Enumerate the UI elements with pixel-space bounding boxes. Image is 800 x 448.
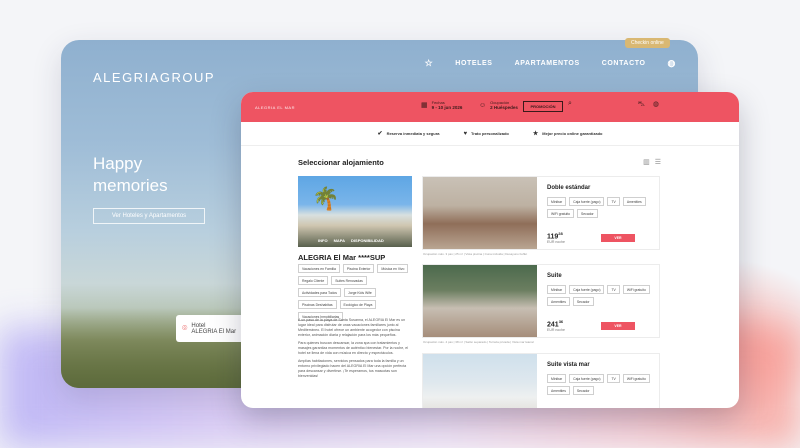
- booking-header: ALEGRIA EL MAR ▦ Fechas 9 - 10 jun 2026 …: [241, 92, 739, 122]
- feature-chip: Caja fuerte (pago): [569, 285, 605, 294]
- desc-paragraph: Para quienes buscan descansar, la zona s…: [298, 341, 409, 355]
- globe-icon[interactable]: ◍: [653, 100, 659, 109]
- view-room-button[interactable]: VER: [601, 234, 635, 242]
- room-card: Suite Minibar Caja fuerte (pago) TV WiFi…: [422, 264, 660, 344]
- room-photo[interactable]: [423, 265, 537, 337]
- room-price: 11928: [547, 231, 563, 241]
- guests-icon: ☺: [479, 101, 487, 109]
- feature-chip: Secador: [572, 386, 594, 395]
- checkin-badge[interactable]: Checkin online: [625, 38, 670, 48]
- hero-line-2: memories: [93, 176, 168, 195]
- nav-apartments[interactable]: APARTAMENTOS: [515, 60, 580, 67]
- hero-title: Happy memories: [93, 153, 168, 197]
- check-icon: ✔: [377, 131, 383, 137]
- room-title: Suite: [547, 273, 562, 279]
- header-icons: ⛍ ◍: [638, 100, 659, 109]
- feature-chip: Caja fuerte (pago): [569, 197, 605, 206]
- amenity-chip: Piscina Exterior: [342, 264, 375, 273]
- hotel-photo-links: INFO MAPA DISPONIBILIDAD: [318, 238, 384, 243]
- promo-button[interactable]: PROMOCIÓN: [523, 101, 563, 112]
- cart-icon[interactable]: ⛍: [638, 100, 645, 109]
- room-title: Doble estándar: [547, 185, 591, 191]
- room-photo[interactable]: [423, 354, 537, 408]
- star-icon[interactable]: ☆: [425, 58, 434, 69]
- room-caption: Ocupación máx. 4 pax | 38 m² | Salón sep…: [423, 340, 534, 344]
- amenity-chip: Jorge Kids Wife: [344, 288, 376, 297]
- benefit-item: ★ Mejor precio online garantizado: [532, 131, 603, 137]
- amenity-chip: Actividades para Todos: [298, 288, 341, 297]
- feature-chip: Secador: [577, 209, 598, 218]
- amenity-chip: Vacaciones en Familia: [298, 264, 340, 273]
- hotel-description: A un paso de la playa de Santa Susanna, …: [298, 318, 412, 382]
- calendar-icon: ▦: [421, 102, 428, 109]
- feature-chip: Minibar: [547, 285, 567, 294]
- view-toggle: ▥ ☰: [643, 158, 661, 166]
- star-icon: ★: [532, 131, 539, 137]
- feature-chip: Minibar: [547, 197, 567, 206]
- feature-chip: Amenities: [547, 386, 570, 395]
- map-pin-icon: ⌾: [182, 323, 188, 333]
- feature-chip: Secador: [572, 297, 594, 306]
- room-features: Minibar Caja fuerte (pago) TV Amenities …: [547, 197, 655, 218]
- date-selector[interactable]: ▦ Fechas 9 - 10 jun 2026: [421, 100, 462, 110]
- brand-logo[interactable]: ALEGRIAGROUP: [93, 70, 215, 85]
- hotel-tag-name: ALEGRIA El Mar: [191, 328, 237, 335]
- booking-window: ALEGRIA EL MAR ▦ Fechas 9 - 10 jun 2026 …: [241, 92, 739, 408]
- availability-link[interactable]: DISPONIBILIDAD: [351, 238, 384, 243]
- benefit-item: ♥ Trato personalizado: [463, 130, 509, 137]
- feature-chip: TV: [607, 197, 620, 206]
- amenity-chip: Regalo Cliente: [298, 276, 329, 285]
- list-view-icon[interactable]: ☰: [655, 158, 661, 166]
- date-value: 9 - 10 jun 2026: [431, 105, 463, 110]
- benefit-item: ✔ Reserva inmediata y segura: [377, 131, 440, 137]
- feature-chip: Caja fuerte (pago): [569, 374, 605, 383]
- view-room-button[interactable]: VER: [601, 322, 635, 330]
- hotel-amenities: Vacaciones en Familia Piscina Exterior M…: [298, 264, 412, 321]
- room-photo[interactable]: [423, 177, 537, 249]
- feature-chip: TV: [607, 374, 620, 383]
- hotel-location-tag[interactable]: ⌾ Hotel ALEGRIA El Mar: [176, 315, 244, 342]
- back-nav: ☆ HOTELES APARTAMENTOS CONTACTO ◍: [425, 58, 676, 69]
- amenity-chip: Ecológico de Playa: [339, 300, 377, 309]
- amenity-chip: Piscinas Deshabitas: [298, 300, 337, 309]
- room-features: Minibar Caja fuerte (pago) TV WiFi gratu…: [547, 285, 655, 306]
- room-price: 24136: [547, 319, 564, 329]
- feature-chip: Amenities: [622, 197, 646, 206]
- grid-view-icon[interactable]: ▥: [643, 158, 650, 166]
- feature-chip: WiFi gratuito: [547, 209, 575, 218]
- price-unit: EUR noche: [547, 328, 565, 332]
- section-title: Seleccionar alojamiento: [298, 158, 384, 167]
- room-caption: Ocupación máx. 3 pax | 25 m² | Vista pis…: [423, 252, 528, 256]
- guests-value: 2 Huéspedes: [490, 105, 518, 110]
- feature-chip: WiFi gratuito: [622, 285, 650, 294]
- guests-selector[interactable]: ☺ Ocupación 2 Huéspedes: [479, 100, 518, 110]
- feature-chip: WiFi gratuito: [622, 374, 650, 383]
- feature-chip: TV: [607, 285, 620, 294]
- nav-contact[interactable]: CONTACTO: [602, 60, 646, 67]
- palm-tree-icon: 🌴: [312, 186, 340, 211]
- globe-icon[interactable]: ◍: [668, 58, 676, 69]
- map-link[interactable]: MAPA: [334, 238, 345, 243]
- hotel-name: ALEGRIA El Mar ****SUP: [298, 253, 386, 262]
- price-unit: EUR noche: [547, 240, 565, 244]
- room-card: Suite vista mar Minibar Caja fuerte (pag…: [422, 353, 660, 408]
- room-card: Doble estándar Minibar Caja fuerte (pago…: [422, 176, 660, 256]
- benefits-bar: ✔ Reserva inmediata y segura ♥ Trato perso…: [241, 122, 739, 146]
- hotel-photo[interactable]: 🌴 INFO MAPA DISPONIBILIDAD: [298, 176, 412, 247]
- search-icon[interactable]: ⌕: [568, 100, 572, 108]
- hero-line-1: Happy: [93, 154, 143, 173]
- desc-paragraph: A un paso de la playa de Santa Susanna, …: [298, 318, 406, 337]
- nav-hotels[interactable]: HOTELES: [455, 60, 492, 67]
- room-title: Suite vista mar: [547, 362, 590, 368]
- hotel-logo[interactable]: ALEGRIA EL MAR: [255, 105, 315, 110]
- amenity-chip: Música en Vivo: [377, 264, 409, 273]
- amenity-chip: Suites Renovadas: [331, 276, 367, 285]
- feature-chip: Amenities: [547, 297, 570, 306]
- feature-chip: Minibar: [547, 374, 567, 383]
- info-link[interactable]: INFO: [318, 238, 328, 243]
- room-features: Minibar Caja fuerte (pago) TV WiFi gratu…: [547, 374, 655, 395]
- hero-cta-button[interactable]: Ver Hoteles y Apartamentos: [93, 208, 205, 224]
- heart-icon: ♥: [463, 130, 468, 137]
- desc-paragraph: Amplias habitaciones, servicios pensados…: [298, 359, 407, 378]
